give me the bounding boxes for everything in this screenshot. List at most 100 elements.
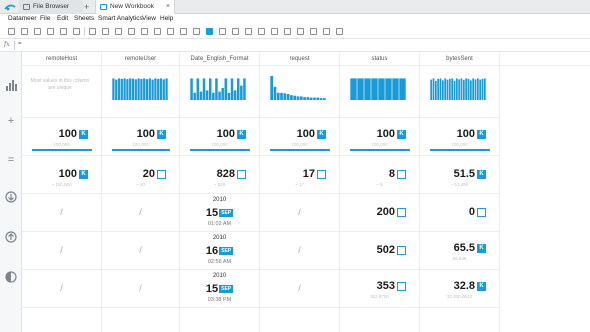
column-bytesSent[interactable]: bytesSent 100 K 100,000 51.5 K ~ 51,490 … (420, 52, 500, 332)
max-icon[interactable] (4, 230, 18, 244)
histogram-bar (140, 78, 143, 100)
group-icon[interactable] (310, 28, 317, 35)
date-day: 15 (205, 283, 219, 295)
move-right-icon[interactable] (271, 28, 278, 35)
min-icon[interactable] (4, 190, 18, 204)
menu-view[interactable]: View (142, 15, 156, 22)
copy-icon[interactable] (60, 28, 67, 35)
formula-icon[interactable] (193, 28, 200, 35)
empty-column (500, 52, 590, 332)
column-request[interactable]: request 100 K 100,000 17 ~ 17 / / / (260, 52, 340, 332)
histogram-bar (218, 91, 221, 100)
pivot-icon[interactable] (180, 28, 187, 35)
histogram-bar (299, 96, 303, 100)
distinct-cell: 8 ~ 8 (340, 156, 419, 194)
menu-datameer[interactable]: Datameer (8, 15, 37, 22)
distinct-cell: 828 ~ 828 (180, 156, 259, 194)
histogram-bar (145, 79, 149, 100)
histogram-bar (434, 80, 437, 100)
count-icon[interactable]: + (4, 114, 18, 128)
histogram-bar (455, 78, 458, 100)
max-cell: / (260, 232, 339, 270)
column-header[interactable]: Date_English_Format (180, 52, 259, 66)
sort-icon[interactable] (102, 28, 109, 35)
formula-input[interactable]: = (18, 41, 22, 47)
duplicate-icon[interactable] (128, 28, 135, 35)
column-header[interactable]: request (260, 52, 339, 66)
histogram-bar (439, 78, 442, 100)
count-exact: 100,000 (132, 142, 149, 147)
column-stats-icon[interactable] (206, 28, 213, 35)
unit-indicator (317, 170, 326, 179)
distinct-cell: 17 ~ 17 (260, 156, 339, 194)
count-value: 100 (136, 128, 155, 140)
new-icon[interactable] (8, 28, 15, 35)
column-header[interactable]: status (340, 52, 419, 66)
print-icon[interactable] (34, 28, 41, 35)
column-remoteUser[interactable]: remoteUser 100 K 100,000 20 ~ 20 / / / (102, 52, 180, 332)
toolbar (0, 25, 590, 39)
column-header[interactable]: remoteUser (102, 52, 179, 66)
tab-new-workbook[interactable]: New Workbook × (95, 0, 175, 14)
distinct-value: 828 (216, 168, 235, 180)
paste-icon[interactable] (73, 28, 80, 35)
new-tab-button[interactable]: + (84, 0, 89, 14)
histogram-bar (115, 79, 118, 100)
formula-bar: fx = (0, 39, 590, 52)
filter-icon[interactable] (89, 28, 96, 35)
menu-help[interactable]: Help (160, 15, 173, 22)
empty-value: / (298, 283, 301, 293)
count-exact: 100,000 (291, 142, 308, 147)
menu-file[interactable]: File (40, 15, 50, 22)
column-remoteHost[interactable]: remoteHost Most values in this column ar… (22, 52, 102, 332)
count-value: 100 (58, 128, 77, 140)
hide-column-icon[interactable] (284, 28, 291, 35)
histogram-bar (364, 78, 371, 100)
column-header[interactable]: remoteHost (22, 52, 101, 66)
unit-indicator (397, 208, 406, 217)
close-tab-icon[interactable]: × (166, 0, 170, 14)
menu-edit[interactable]: Edit (57, 15, 68, 22)
save-icon[interactable] (21, 28, 28, 35)
ungroup-icon[interactable] (323, 28, 330, 35)
distinct-icon[interactable]: = (4, 153, 18, 167)
histogram-bar (371, 78, 378, 100)
join-icon[interactable] (141, 28, 148, 35)
distinct-approx: ~ 51,490 (450, 182, 469, 187)
min-value: 0 (468, 206, 475, 218)
tab-file-browser[interactable]: File Browser (19, 0, 83, 14)
settings-icon[interactable] (336, 28, 343, 35)
column-date-english-format[interactable]: Date_English_Format 100 K 100,000 828 ~ … (180, 52, 260, 332)
menu-smart-analytics[interactable]: Smart Analytics (98, 15, 143, 22)
unit-indicator (397, 246, 406, 255)
unit-badge: K (79, 130, 88, 139)
move-left-icon[interactable] (258, 28, 265, 35)
distinct-approx: ~ 20 (136, 182, 145, 187)
column-header[interactable]: bytesSent (420, 52, 499, 66)
chart-icon[interactable] (167, 28, 174, 35)
mean-icon[interactable] (4, 270, 18, 284)
tab-bar: File Browser + New Workbook × (0, 0, 590, 14)
empty-value: / (139, 283, 142, 293)
empty-value: / (139, 245, 142, 255)
remove-column-icon[interactable] (245, 28, 252, 35)
unit-badge: K (79, 170, 88, 179)
export-icon[interactable] (47, 28, 54, 35)
histogram-bar (483, 78, 486, 100)
histogram-bar (270, 76, 273, 100)
count-bar (112, 149, 170, 151)
menu-sheets[interactable]: Sheets (74, 15, 94, 22)
min-cell: / (102, 194, 179, 232)
min-value: 200 (376, 206, 395, 218)
histogram-bar (196, 78, 200, 100)
row-gutter: + = (0, 52, 22, 332)
count-exact: 100,000 (211, 142, 228, 147)
column-icon[interactable] (219, 28, 226, 35)
mean-cell: / (260, 270, 339, 308)
show-column-icon[interactable] (297, 28, 304, 35)
link-icon[interactable] (115, 28, 122, 35)
column-status[interactable]: status 100 K 100,000 8 ~ 8 200 502 353 3… (340, 52, 420, 332)
add-column-icon[interactable] (232, 28, 239, 35)
union-icon[interactable] (154, 28, 161, 35)
histogram-icon[interactable] (4, 78, 18, 92)
